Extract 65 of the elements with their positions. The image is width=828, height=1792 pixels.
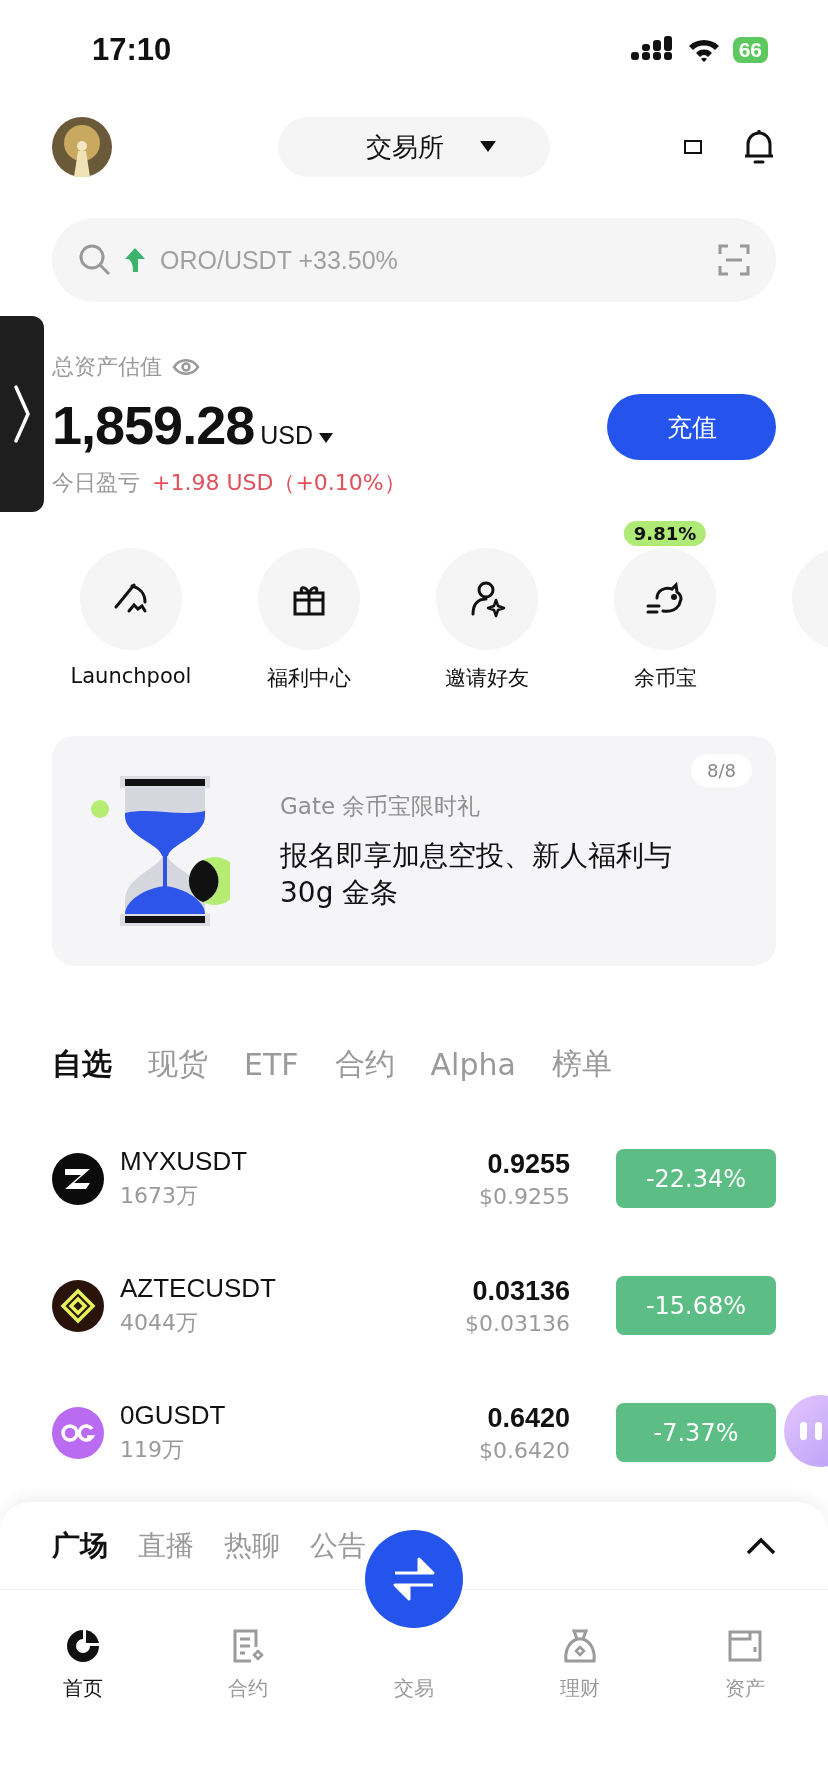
deposit-button[interactable]: 充值 (607, 394, 776, 460)
total-assets-label: 总资产估值 (52, 353, 162, 381)
feed-tab[interactable]: 直播 (138, 1526, 194, 1565)
daily-pnl-value: +1.98 USD（+0.10%） (152, 469, 406, 497)
nav-tab[interactable]: 资产 (662, 1612, 828, 1702)
search-field[interactable]: ORO/USDT +33.50% (158, 244, 706, 276)
shortcut-label[interactable]: 邀请好友 (445, 664, 529, 692)
shortcut-label[interactable]: 福利中心 (267, 664, 351, 692)
market-tab[interactable]: 合约 (334, 1044, 395, 1085)
total-assets-value: 1,859.28 (52, 394, 255, 456)
status-time: 17:10 (92, 32, 172, 68)
change-badge[interactable]: -15.68% (616, 1276, 776, 1335)
banner-title: 报名即享加息空投、新人福利与30g 金条 (280, 838, 673, 911)
search-bar[interactable]: ORO/USDT +33.50% (52, 218, 776, 302)
pair-volume: 119万 (120, 1436, 185, 1464)
up-arrow-icon (124, 247, 146, 273)
coin-logo-icon (52, 1279, 104, 1332)
nav-tab[interactable]: 交易 (331, 1675, 497, 1702)
square-icon[interactable] (684, 140, 702, 154)
eye-icon[interactable] (172, 357, 200, 377)
pair-volume: 4044万 (120, 1309, 199, 1337)
pair-symbol[interactable]: 0GUSDT (120, 1400, 463, 1431)
change-badge[interactable]: -22.34% (616, 1149, 776, 1208)
pair-price: 0.03136 (472, 1275, 570, 1307)
nav-tab[interactable]: 首页 (0, 1612, 166, 1702)
side-panel-handle[interactable] (0, 316, 44, 512)
feed-tab[interactable]: 公告 (310, 1526, 366, 1565)
pair-price: 0.9255 (487, 1148, 570, 1180)
avatar[interactable] (52, 117, 112, 177)
coin-logo-icon (52, 1152, 104, 1205)
nav-tab[interactable]: 理财 (496, 1612, 663, 1702)
promo-banner[interactable]: Gate 余币宝限时礼 报名即享加息空投、新人福利与30g 金条 8/8 (52, 736, 776, 966)
dropdown-caret-icon[interactable] (319, 433, 333, 444)
banner-subtitle: Gate 余币宝限时礼 (280, 792, 482, 822)
battery-level: 66 (732, 37, 768, 63)
market-tab[interactable]: 自选 (52, 1044, 112, 1085)
daily-pnl-label: 今日盈亏 (52, 469, 140, 497)
currency-selector[interactable]: USD (260, 421, 313, 450)
page-indicator: 8/8 (691, 754, 752, 787)
pair-price: 0.6420 (487, 1402, 570, 1434)
exchange-selector[interactable]: 交易所 (278, 117, 550, 177)
shortcut-label[interactable]: 余币宝 (633, 664, 697, 692)
pair-price-usd: $0.9255 (479, 1183, 570, 1209)
notification-bell-icon[interactable] (742, 128, 776, 166)
market-tab[interactable]: 榜单 (551, 1044, 612, 1085)
feed-tab[interactable]: 广场 (52, 1526, 108, 1565)
pair-symbol[interactable]: AZTECUSDT (120, 1273, 449, 1304)
pair-symbol[interactable]: MYXUSDT (120, 1146, 463, 1177)
expand-caret-icon[interactable] (746, 1536, 776, 1555)
shortcut-label[interactable]: Launchpool (70, 664, 192, 688)
pair-price-usd: $0.03136 (465, 1310, 570, 1336)
change-badge[interactable]: -7.37% (616, 1403, 776, 1462)
search-icon (78, 243, 112, 277)
rate-badge: 9.81% (623, 521, 707, 546)
market-tab[interactable]: 现货 (148, 1044, 208, 1085)
market-tab[interactable]: Alpha (430, 1044, 516, 1085)
nav-tab[interactable]: 合约 (165, 1612, 332, 1702)
coin-logo-icon (52, 1406, 104, 1459)
feed-tab[interactable]: 热聊 (224, 1526, 280, 1565)
dropdown-caret-icon[interactable] (480, 141, 496, 153)
market-tab[interactable]: ETF (244, 1044, 299, 1085)
swap-icon (391, 1557, 437, 1601)
pair-price-usd: $0.6420 (479, 1437, 570, 1463)
pair-volume: 1673万 (120, 1182, 199, 1210)
scan-icon[interactable] (718, 244, 750, 276)
